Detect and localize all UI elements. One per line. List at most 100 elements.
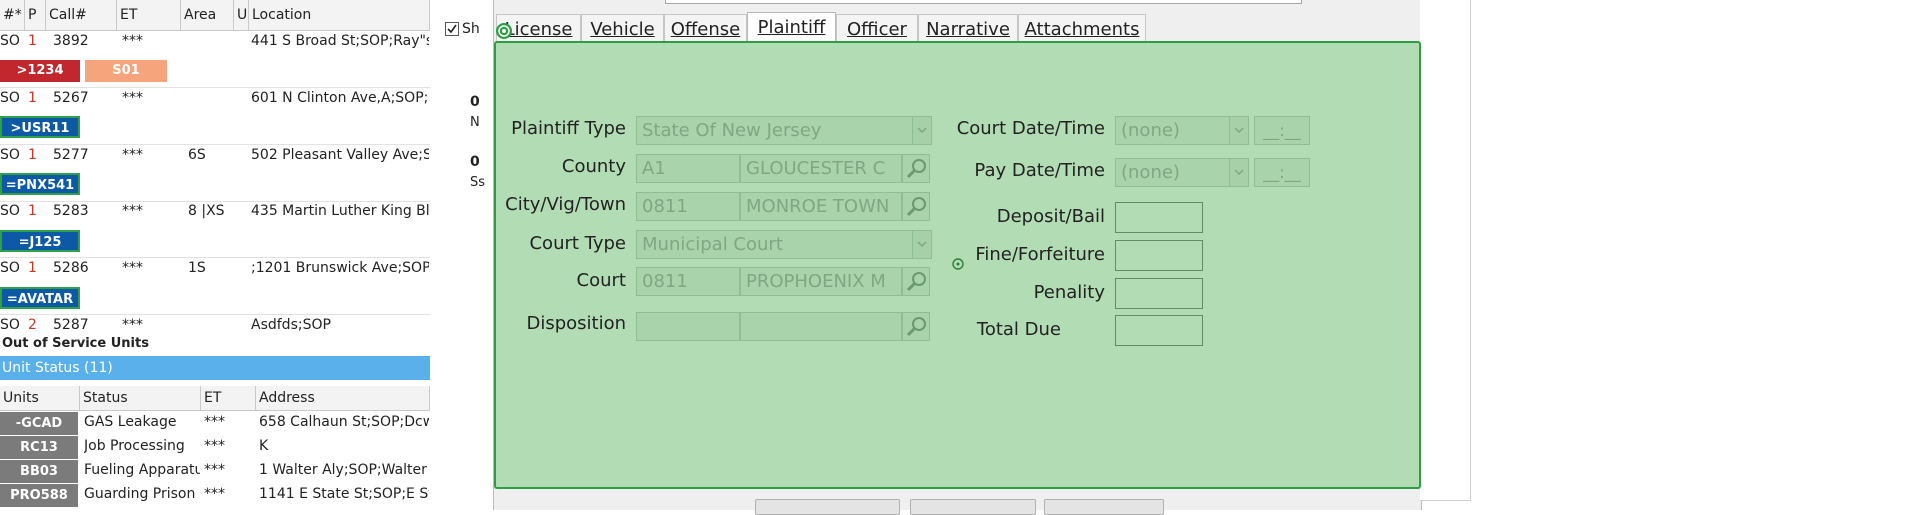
chevron-down-icon[interactable] [912, 117, 931, 144]
unit-badge[interactable]: S01 [85, 60, 167, 82]
penalty-field[interactable] [1115, 278, 1203, 309]
row1-priority[interactable]: 1 [28, 90, 37, 106]
court-lookup-button[interactable] [902, 267, 930, 296]
unit-badge[interactable]: >1234 [0, 60, 80, 82]
dialog-button[interactable] [755, 499, 900, 515]
chevron-down-icon[interactable] [1229, 159, 1248, 186]
city-lookup-button[interactable] [902, 192, 930, 221]
row2-call[interactable]: 5277 [53, 147, 89, 163]
dialog-button[interactable] [1044, 499, 1164, 515]
row5-agency[interactable]: SO [0, 317, 20, 333]
unit-id-badge[interactable]: BB03 [0, 460, 78, 483]
row4-area[interactable]: 1S [188, 260, 206, 276]
row5-location[interactable]: Asdfds;SOP [251, 317, 429, 333]
col-header-et[interactable]: ET [201, 386, 256, 410]
unit-badge[interactable]: =PNX541 [0, 173, 80, 195]
city-code-field[interactable]: 0811 [636, 192, 740, 221]
col-header-location[interactable]: Location [249, 0, 430, 30]
row0-call[interactable]: 3892 [53, 33, 89, 49]
unit-status-header[interactable]: Unit Status (11) [0, 356, 430, 380]
row4-call[interactable]: 5286 [53, 260, 89, 276]
pay-date-select[interactable]: (none) [1115, 158, 1249, 187]
unit-id-badge[interactable]: -GCAD [0, 412, 78, 435]
row3-agency[interactable]: SO [0, 203, 20, 219]
row2-area[interactable]: 6S [188, 147, 206, 163]
row0-priority[interactable]: 1 [28, 33, 37, 49]
tab-offense[interactable]: Offense [664, 14, 747, 44]
unit-id-badge[interactable]: RC13 [0, 436, 78, 459]
row1-call[interactable]: 5267 [53, 90, 89, 106]
unit-address[interactable]: 1 Walter Aly;SOP;Walter A [259, 462, 429, 478]
row5-priority[interactable]: 2 [28, 317, 37, 333]
row5-call[interactable]: 5287 [53, 317, 89, 333]
row4-et[interactable]: *** [122, 260, 143, 276]
row0-location[interactable]: 441 S Broad St;SOP;Ray"s Lo [251, 33, 429, 49]
top-field[interactable] [665, 0, 1302, 4]
unit-status-text[interactable]: GAS Leakage [84, 414, 200, 430]
col-header-unit[interactable]: U [234, 0, 249, 30]
unit-et[interactable]: *** [204, 414, 225, 430]
unit-address[interactable]: 658 Calhaun St;SOP;Dcw [259, 414, 429, 430]
col-header-priority[interactable]: P [25, 0, 46, 30]
row4-priority[interactable]: 1 [28, 260, 37, 276]
unit-badge[interactable]: >USR11 [0, 116, 80, 138]
row3-area[interactable]: 8 |XS [188, 203, 225, 219]
row2-et[interactable]: *** [122, 147, 143, 163]
court-time-field[interactable]: __:__ [1254, 116, 1310, 145]
row3-location[interactable]: 435 Martin Luther King Blvd [251, 203, 429, 219]
tab-narrative[interactable]: Narrative [918, 14, 1018, 44]
col-header-agency[interactable]: #* [0, 0, 25, 30]
row1-location[interactable]: 601 N Clinton Ave,A;SOP;Da [251, 90, 429, 106]
unit-et[interactable]: *** [204, 438, 225, 454]
unit-badge[interactable]: =J125 [0, 230, 80, 252]
disposition-code-field[interactable] [636, 312, 740, 341]
show-checkbox[interactable] [445, 22, 459, 36]
unit-id-badge[interactable]: PRO588 [0, 484, 78, 507]
unit-address[interactable]: 1141 E State St;SOP;E Stat [259, 486, 429, 502]
row1-agency[interactable]: SO [0, 90, 20, 106]
disposition-name-field[interactable] [740, 312, 902, 341]
unit-et[interactable]: *** [204, 462, 225, 478]
pay-time-field[interactable]: __:__ [1254, 158, 1310, 187]
row0-agency[interactable]: SO [0, 33, 20, 49]
county-name-field[interactable]: GLOUCESTER C [740, 154, 902, 183]
county-code-field[interactable]: A1 [636, 154, 740, 183]
unit-status-text[interactable]: Guarding Prison [84, 486, 200, 502]
col-header-call[interactable]: Call# [46, 0, 117, 30]
row3-et[interactable]: *** [122, 203, 143, 219]
tab-vehicle[interactable]: Vehicle [581, 14, 664, 44]
tab-attachments[interactable]: Attachments [1018, 14, 1146, 44]
unit-et[interactable]: *** [204, 486, 225, 502]
tab-officer[interactable]: Officer [836, 14, 918, 44]
col-header-units[interactable]: Units [0, 386, 80, 410]
total-due-field[interactable] [1115, 315, 1203, 346]
row0-et[interactable]: *** [122, 33, 143, 49]
unit-status-text[interactable]: Job Processing [84, 438, 200, 454]
row5-et[interactable]: *** [122, 317, 143, 333]
fine-field[interactable] [1115, 240, 1203, 271]
plaintiff-type-select[interactable]: State Of New Jersey [636, 116, 932, 145]
disposition-lookup-button[interactable] [902, 312, 930, 341]
county-lookup-button[interactable] [902, 154, 930, 183]
row3-priority[interactable]: 1 [28, 203, 37, 219]
unit-badge[interactable]: =AVATAR [0, 287, 80, 309]
unit-address[interactable]: K [259, 438, 429, 454]
col-header-status[interactable]: Status [80, 386, 201, 410]
court-name-field[interactable]: PROPHOENIX M [740, 267, 902, 296]
court-date-select[interactable]: (none) [1115, 116, 1249, 145]
col-header-area[interactable]: Area [181, 0, 234, 30]
col-header-address[interactable]: Address [256, 386, 430, 410]
row4-location[interactable]: ;1201 Brunswick Ave;SOP;Fa [251, 260, 429, 276]
row4-agency[interactable]: SO [0, 260, 20, 276]
court-code-field[interactable]: 0811 [636, 267, 740, 296]
deposit-field[interactable] [1115, 202, 1203, 233]
row2-priority[interactable]: 1 [28, 147, 37, 163]
court-type-select[interactable]: Municipal Court [636, 230, 932, 259]
chevron-down-icon[interactable] [912, 231, 931, 258]
city-name-field[interactable]: MONROE TOWN [740, 192, 902, 221]
col-header-et[interactable]: ET [117, 0, 181, 30]
unit-status-text[interactable]: Fueling Apparatu [84, 462, 200, 478]
row2-location[interactable]: 502 Pleasant Valley Ave;SOI [251, 147, 429, 163]
dialog-button[interactable] [910, 499, 1036, 515]
row3-call[interactable]: 5283 [53, 203, 89, 219]
